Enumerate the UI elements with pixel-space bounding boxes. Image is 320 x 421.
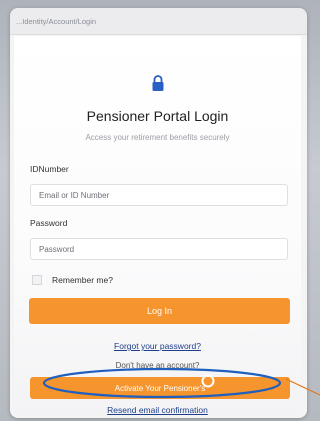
resend-confirmation-link[interactable]: Resend email confirmation bbox=[14, 405, 301, 415]
remember-label: Remember me? bbox=[52, 275, 113, 285]
address-bar[interactable]: ...Identity/Account/Login bbox=[10, 8, 307, 35]
id-number-input[interactable] bbox=[30, 184, 288, 206]
address-text: ...Identity/Account/Login bbox=[16, 16, 97, 26]
page-title: Pensioner Portal Login bbox=[86, 108, 229, 124]
id-label: IDNumber bbox=[30, 164, 69, 174]
remember-checkbox[interactable] bbox=[32, 275, 42, 285]
login-button[interactable]: Log In bbox=[29, 298, 290, 324]
browser-window: ...Identity/Account/Login Pensioner Port… bbox=[10, 8, 307, 418]
lock-icon bbox=[152, 75, 164, 91]
no-account-text: Don't have an account? bbox=[115, 361, 200, 370]
password-input[interactable] bbox=[30, 238, 288, 260]
forgot-password-link[interactable]: Forgot your password? bbox=[14, 341, 301, 351]
login-card: Pensioner Portal Login Access your retir… bbox=[14, 36, 301, 415]
password-label: Password bbox=[30, 218, 68, 228]
activate-account-button[interactable]: Activate Your Pensioner's bbox=[30, 377, 290, 399]
activate-button-label: Activate Your Pensioner's bbox=[114, 383, 206, 393]
page-subtitle: Access your retirement benefits securely bbox=[85, 133, 230, 142]
screenshot-frame: ...Identity/Account/Login Pensioner Port… bbox=[0, 0, 320, 421]
remember-me[interactable]: Remember me? bbox=[32, 275, 113, 285]
